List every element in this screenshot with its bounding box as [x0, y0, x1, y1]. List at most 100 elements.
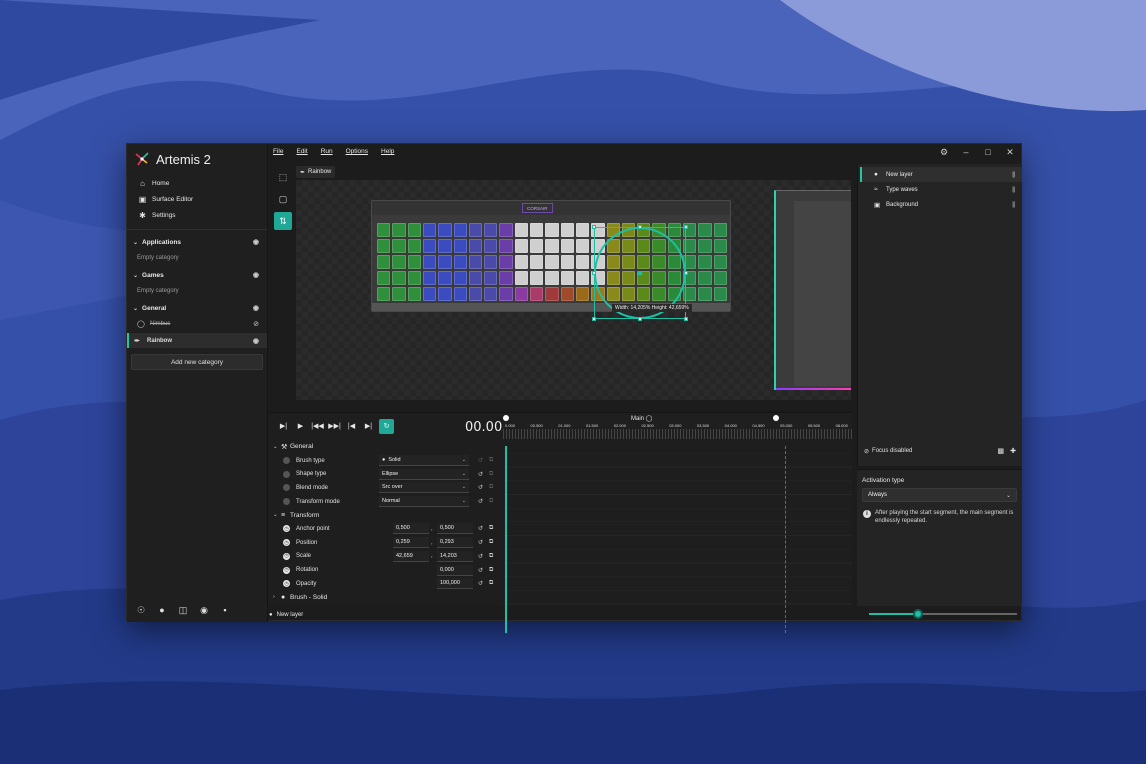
timeline-ruler[interactable]: Main ◯ 0.000 00.500 01.000 01.500 02.000 02.5… [503, 413, 852, 439]
copy-icon[interactable]: ⧉ [489, 567, 493, 574]
resize-handle[interactable] [684, 317, 688, 321]
position-x-input[interactable]: 0,259 [393, 537, 429, 549]
category-general[interactable]: ⌄ General ◉ [127, 300, 267, 316]
reset-icon[interactable]: ↺ [478, 567, 483, 574]
anchor-x-input[interactable]: 0,500 [393, 523, 429, 535]
copy-icon[interactable]: ⧉ [489, 580, 493, 587]
side-device[interactable] [774, 190, 851, 390]
menu-file[interactable]: File [273, 148, 283, 155]
resize-handle[interactable] [684, 271, 688, 275]
resize-handle[interactable] [638, 317, 642, 321]
reset-icon[interactable]: ↺ [478, 539, 483, 546]
group-general[interactable]: ⌄ ⚒ General [269, 440, 503, 454]
add-folder-icon[interactable]: ▩ [998, 447, 1005, 455]
reset-icon[interactable]: ↺ [478, 553, 483, 560]
reset-icon[interactable]: ↺ [478, 471, 483, 478]
profile-item-disabled[interactable]: ◯ Nimbus ⊘ [127, 316, 267, 331]
segment-start-marker[interactable] [503, 415, 509, 421]
wiki-icon[interactable]: ◫ [177, 605, 189, 616]
stopwatch-icon[interactable]: ◷ [283, 552, 290, 560]
bug-icon[interactable]: ⚙ [933, 147, 955, 158]
keyframe-toggle-icon[interactable] [283, 484, 290, 492]
keyframe-toggle-icon[interactable] [283, 498, 290, 506]
previous-icon[interactable]: |◀ [343, 422, 360, 430]
eye-icon[interactable]: ◉ [253, 304, 259, 312]
stopwatch-icon[interactable]: ◷ [283, 580, 290, 588]
copy-icon[interactable]: ⧉ [489, 525, 493, 532]
stopwatch-icon[interactable]: ◷ [283, 539, 290, 547]
profile-item-rainbow[interactable]: ✒ Rainbow ◉ [127, 333, 267, 348]
zoom-thumb[interactable] [912, 609, 923, 619]
copy-icon[interactable]: ⧉ [489, 539, 493, 546]
pause-icon[interactable]: | | [1012, 202, 1015, 208]
skip-end-icon[interactable]: ▶▶| [326, 422, 343, 430]
layer-new-layer[interactable]: ● New layer | | [860, 167, 1022, 182]
add-category-button[interactable]: Add new category [131, 354, 263, 370]
menu-edit[interactable]: Edit [296, 148, 307, 155]
zoom-slider[interactable] [869, 609, 1017, 619]
category-applications[interactable]: ⌄ Applications ◉ [127, 234, 267, 250]
copy-icon[interactable]: ⧉ [489, 457, 493, 464]
play-icon[interactable]: ▶ [292, 422, 309, 430]
scale-y-input[interactable]: 14,203 [437, 550, 473, 562]
copy-icon[interactable]: ⧉ [489, 553, 493, 560]
globe-icon[interactable]: ☉ [135, 605, 147, 616]
keyframe-toggle-icon[interactable] [283, 470, 290, 478]
gift-icon[interactable]: ▪ [219, 605, 231, 616]
discord-icon[interactable]: ◉ [198, 605, 210, 616]
resize-handle[interactable] [592, 271, 596, 275]
activation-type-select[interactable]: Always ⌄ [862, 488, 1017, 502]
position-y-input[interactable]: 0,293 [437, 537, 473, 549]
resize-handle[interactable] [592, 317, 596, 321]
brush-type-select[interactable]: ● Solid ⌄ [379, 455, 469, 467]
anchor-y-input[interactable]: 0,500 [437, 523, 473, 535]
layer-background[interactable]: ▣ Background | | [858, 197, 1022, 212]
resize-handle[interactable] [684, 225, 688, 229]
reset-icon[interactable]: ↺ [478, 580, 483, 587]
deselect-tool-icon[interactable]: ▢ [274, 190, 292, 208]
nav-home[interactable]: ⌂ Home [127, 175, 267, 191]
copy-icon[interactable]: ⧉ [489, 484, 493, 491]
stopwatch-icon[interactable]: ◷ [283, 566, 290, 574]
layer-type-waves[interactable]: ≈ Type waves | | [858, 182, 1022, 197]
keyframe-tracks[interactable] [503, 440, 852, 633]
repeat-icon[interactable]: ↻ [379, 418, 394, 434]
group-transform[interactable]: ⌄ ≡ Transform [269, 508, 503, 522]
rotation-input[interactable]: 0,000 [437, 564, 473, 576]
transform-mode-select[interactable]: Normal ⌄ [379, 496, 469, 508]
add-layer-icon[interactable]: ✚ [1010, 447, 1016, 455]
eye-icon[interactable]: ◉ [253, 238, 259, 246]
keyboard-device[interactable]: CORSAIR [371, 200, 731, 321]
category-games[interactable]: ⌄ Games ◉ [127, 267, 267, 283]
segment-end-marker[interactable] [773, 415, 779, 421]
pause-icon[interactable]: | | [1012, 187, 1015, 193]
reset-icon[interactable]: ↺ [478, 498, 483, 505]
play-start-icon[interactable]: ▶| [275, 422, 292, 430]
github-icon[interactable]: ● [156, 605, 168, 616]
stopwatch-icon[interactable]: ◷ [283, 525, 290, 533]
selection-tool-icon[interactable]: ⬚ [274, 168, 292, 186]
eye-icon[interactable]: ◉ [253, 271, 259, 279]
menu-options[interactable]: Options [346, 148, 368, 155]
maximize-button[interactable]: □ [977, 147, 999, 157]
eye-icon[interactable]: ◉ [253, 337, 259, 345]
skip-start-icon[interactable]: |◀◀ [309, 422, 326, 430]
resize-handle[interactable] [592, 225, 596, 229]
reset-icon[interactable]: ↺ [478, 525, 483, 532]
anchor-handle[interactable] [638, 271, 642, 275]
focus-label[interactable]: Focus disabled [872, 448, 912, 454]
playhead[interactable] [505, 446, 507, 633]
pause-icon[interactable]: | | [1012, 172, 1015, 178]
transform-tool-icon[interactable]: ⇅ [274, 212, 292, 230]
menu-run[interactable]: Run [321, 148, 333, 155]
keyframe-toggle-icon[interactable] [283, 457, 290, 465]
shape-type-select[interactable]: Ellipse ⌄ [379, 468, 469, 480]
blend-mode-select[interactable]: Src over ⌄ [379, 482, 469, 494]
eye-off-icon[interactable]: ⊘ [253, 320, 259, 328]
reset-icon[interactable]: ↺ [478, 457, 483, 464]
minimize-button[interactable]: – [955, 147, 977, 157]
menu-help[interactable]: Help [381, 148, 394, 155]
profile-chip[interactable]: ✒ Rainbow [296, 166, 336, 178]
nav-settings[interactable]: ✱ Settings [127, 207, 267, 223]
canvas-scrollbar[interactable] [296, 400, 851, 406]
